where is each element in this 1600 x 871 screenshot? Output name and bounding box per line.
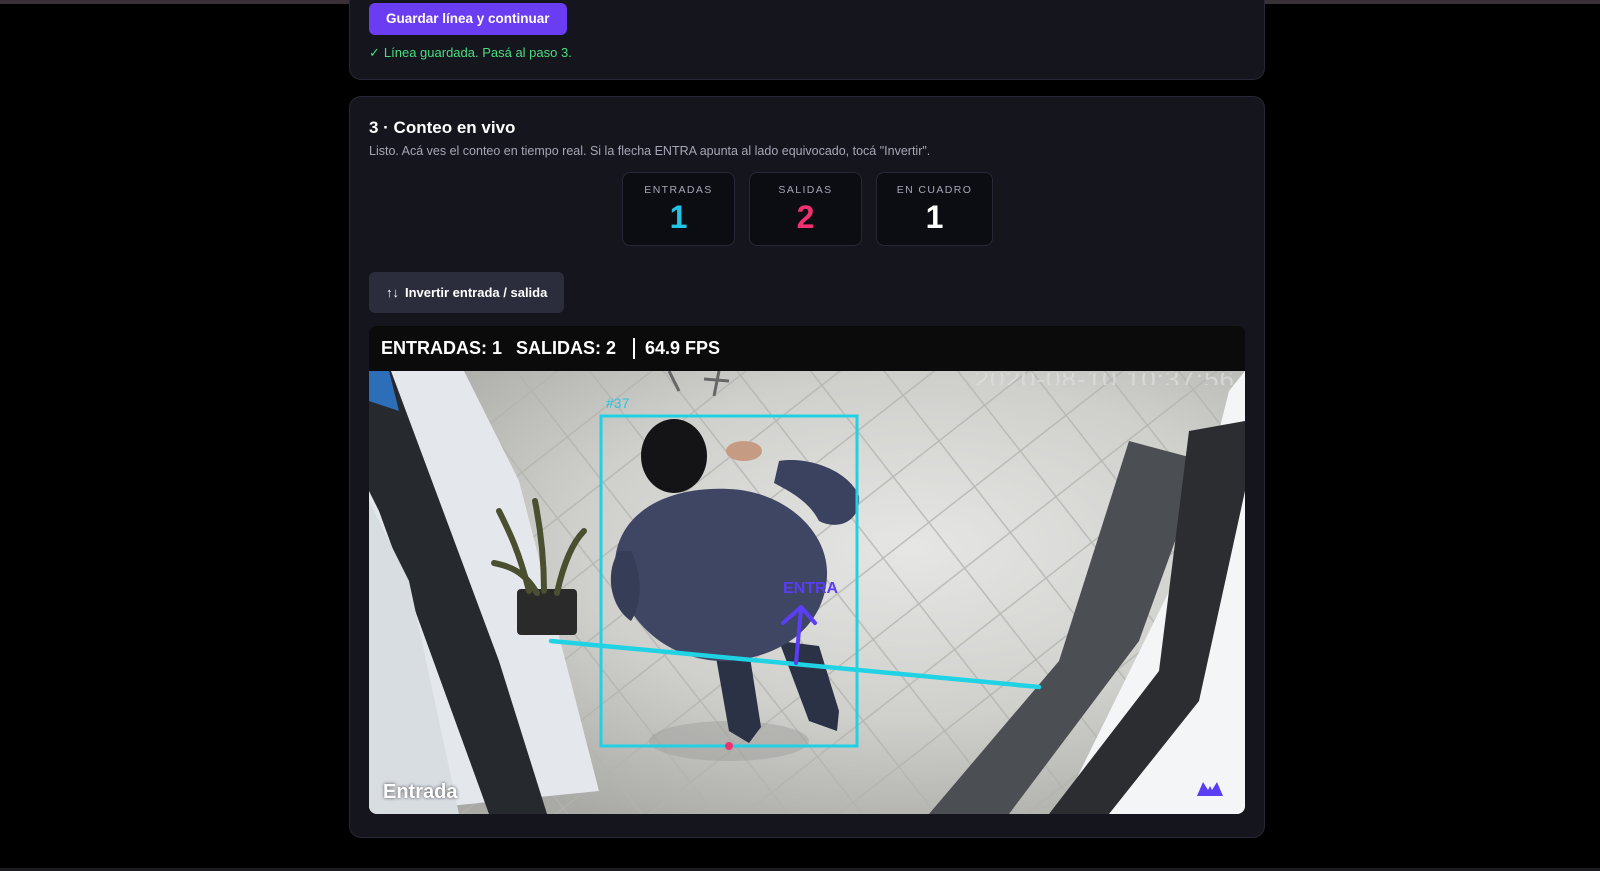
save-line-button[interactable]: Guardar línea y continuar (369, 3, 567, 35)
step-3-card: 3 · Conteo en vivo Listo. Acá ves el con… (349, 96, 1265, 838)
swap-vertical-icon: ↑↓ (386, 285, 399, 300)
section-title: 3 · Conteo en vivo (369, 118, 516, 137)
stat-in-frame-label: EN CUADRO (896, 184, 973, 196)
camera-name-label: Entrada (383, 781, 458, 803)
stat-entries-value: 1 (669, 199, 688, 235)
invert-button-label: Invertir entrada / salida (405, 285, 548, 300)
stat-in-frame-value: 1 (925, 199, 944, 235)
video-timestamp: 2020-08-10 10:37:56 (975, 373, 1235, 385)
step-2-card: Guardar línea y continuar ✓ Línea guardad… (349, 0, 1265, 80)
overlay-exits: SALIDAS: 2 (516, 338, 617, 358)
stat-entries-label: ENTRADAS (644, 184, 713, 196)
success-text: Línea guardada. Pasá al paso 3. (383, 45, 572, 60)
camera-logo-icon (1197, 782, 1223, 796)
stat-exits-value: 2 (796, 199, 815, 235)
person-head (641, 419, 707, 493)
stat-exits-label: SALIDAS (778, 184, 833, 196)
overlay-entries: ENTRADAS: 1 (381, 338, 503, 358)
track-id-label: #37 (606, 395, 630, 411)
check-icon: ✓ (369, 45, 380, 60)
track-anchor-point (725, 742, 733, 750)
stat-in-frame: EN CUADRO 1 (876, 172, 993, 246)
overlay-divider (633, 338, 635, 359)
section-description: Listo. Acá ves el conteo en tiempo real.… (369, 144, 931, 158)
stat-exits: SALIDAS 2 (749, 172, 862, 246)
live-video-feed: ENTRADAS: 1 SALIDAS: 2 64.9 FPS #37 ENTR… (369, 326, 1245, 814)
overlay-fps: 64.9 FPS (645, 338, 721, 358)
video-overlay-header: ENTRADAS: 1 SALIDAS: 2 64.9 FPS (369, 326, 1245, 371)
success-message: ✓ Línea guardada. Pasá al paso 3. (369, 45, 572, 61)
direction-label: ENTRA (783, 580, 839, 597)
plant-pot (517, 589, 577, 635)
person-hand (726, 441, 762, 461)
invert-direction-button[interactable]: ↑↓ Invertir entrada / salida (369, 272, 565, 313)
stat-entries: ENTRADAS 1 (622, 172, 735, 246)
